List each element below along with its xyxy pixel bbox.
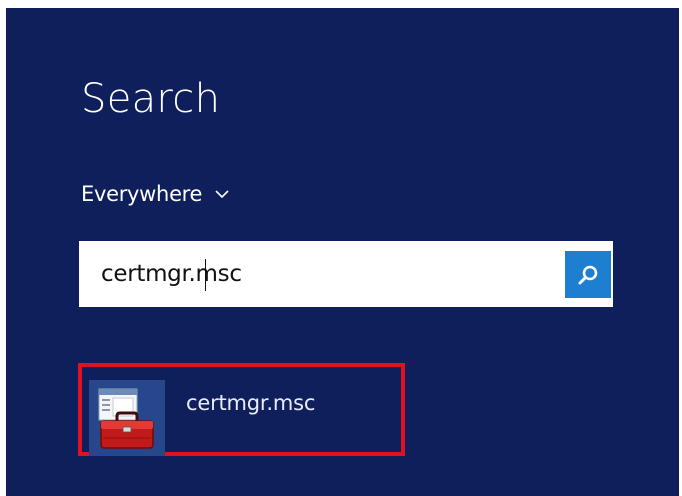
search-result-label: certmgr.msc <box>186 391 316 415</box>
search-scope-dropdown[interactable]: Everywhere <box>81 182 230 206</box>
search-scope-label: Everywhere <box>81 182 203 206</box>
toolbox-icon <box>98 388 154 449</box>
search-title: Search <box>81 76 221 122</box>
search-result-item[interactable]: certmgr.msc <box>78 363 405 456</box>
search-icon <box>578 265 598 284</box>
chevron-down-icon <box>215 190 229 199</box>
result-icon-tile <box>89 380 165 456</box>
search-input[interactable] <box>79 241 547 307</box>
text-caret <box>205 259 206 291</box>
search-charm-panel: Search Everywhere certmgr.msc certmgr.ms… <box>6 8 679 496</box>
search-button[interactable] <box>565 251 611 298</box>
screen-frame: Search Everywhere certmgr.msc certmgr.ms… <box>0 0 682 496</box>
search-box <box>79 241 613 307</box>
